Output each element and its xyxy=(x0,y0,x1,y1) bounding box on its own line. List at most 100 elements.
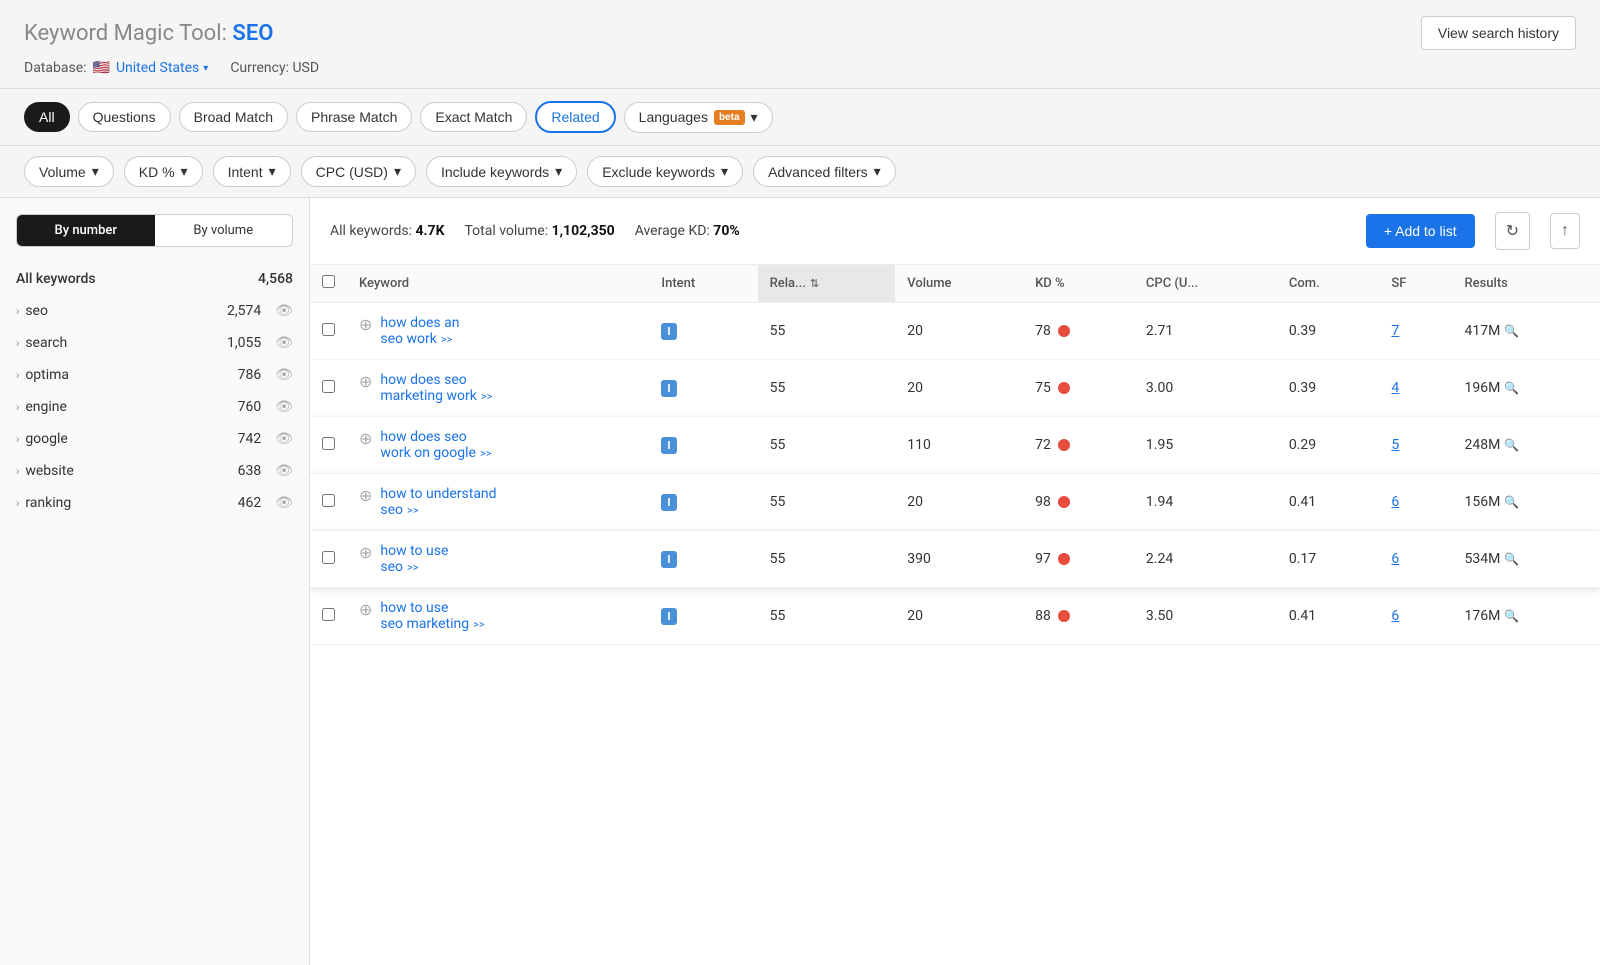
exclude-keywords-filter[interactable]: Exclude keywords ▾ xyxy=(587,156,743,187)
intent-cell: I xyxy=(649,531,757,588)
keyword-link[interactable]: how does an xyxy=(380,315,459,331)
sidebar-item[interactable]: › seo 2,574 👁 xyxy=(0,295,309,327)
row-checkbox-cell xyxy=(310,474,347,531)
database-selector[interactable]: United States ▾ xyxy=(116,60,208,76)
chevron-right-icon: › xyxy=(16,433,19,446)
keyword-link-cont[interactable]: seo >> xyxy=(380,559,418,575)
include-keywords-filter[interactable]: Include keywords ▾ xyxy=(426,156,577,187)
add-keyword-icon[interactable]: ⊕ xyxy=(359,315,372,334)
col-sf[interactable]: SF xyxy=(1379,265,1452,303)
refresh-button[interactable]: ↻ xyxy=(1495,212,1530,250)
camera-icon[interactable]: 🔍 xyxy=(1504,438,1519,452)
visibility-icon[interactable]: 👁 xyxy=(275,367,293,383)
visibility-icon[interactable]: 👁 xyxy=(275,463,293,479)
sidebar-word: website xyxy=(25,463,231,479)
col-kd[interactable]: KD % xyxy=(1023,265,1134,303)
sf-link[interactable]: 5 xyxy=(1391,437,1399,453)
export-button[interactable]: ↑ xyxy=(1550,213,1580,249)
tab-languages[interactable]: Languages beta ▾ xyxy=(624,102,773,133)
chevron-down-icon: ▾ xyxy=(181,163,188,180)
add-keyword-icon[interactable]: ⊕ xyxy=(359,543,372,562)
sf-link[interactable]: 4 xyxy=(1391,380,1399,396)
tab-exact-match[interactable]: Exact Match xyxy=(420,102,527,132)
camera-icon[interactable]: 🔍 xyxy=(1504,495,1519,509)
row-checkbox[interactable] xyxy=(322,380,335,393)
keyword-link[interactable]: how to use xyxy=(380,543,448,559)
chevron-down-icon: ▾ xyxy=(874,163,881,180)
tab-all[interactable]: All xyxy=(24,102,70,132)
kd-cell: 98 xyxy=(1023,474,1134,531)
row-checkbox[interactable] xyxy=(322,494,335,507)
toggle-by-number[interactable]: By number xyxy=(17,215,155,246)
camera-icon[interactable]: 🔍 xyxy=(1504,324,1519,338)
tab-questions[interactable]: Questions xyxy=(78,102,171,132)
camera-icon[interactable]: 🔍 xyxy=(1504,609,1519,623)
arrow-icon: >> xyxy=(441,333,453,346)
keyword-link-cont[interactable]: work on google >> xyxy=(380,445,491,461)
keyword-link-cont[interactable]: marketing work >> xyxy=(380,388,492,404)
visibility-icon[interactable]: 👁 xyxy=(275,303,293,319)
volume-filter[interactable]: Volume ▾ xyxy=(24,156,114,187)
table-row: ⊕ how to use seo marketing >> I 55 20 88… xyxy=(310,588,1600,645)
keyword-link-cont[interactable]: seo work >> xyxy=(380,331,452,347)
sidebar-item[interactable]: › google 742 👁 xyxy=(0,423,309,455)
sidebar-count: 742 xyxy=(238,431,262,447)
col-related[interactable]: Rela... ⇅ xyxy=(758,265,896,303)
keyword-link[interactable]: how does seo xyxy=(380,372,466,388)
add-keyword-icon[interactable]: ⊕ xyxy=(359,372,372,391)
select-all-checkbox[interactable] xyxy=(322,275,335,288)
camera-icon[interactable]: 🔍 xyxy=(1504,552,1519,566)
beta-badge: beta xyxy=(714,110,745,125)
tab-broad-match[interactable]: Broad Match xyxy=(179,102,288,132)
add-keyword-icon[interactable]: ⊕ xyxy=(359,600,372,619)
cpc-cell: 3.00 xyxy=(1134,360,1277,417)
sidebar-item[interactable]: › ranking 462 👁 xyxy=(0,487,309,519)
sidebar-item[interactable]: › optima 786 👁 xyxy=(0,359,309,391)
keyword-link-cont[interactable]: seo >> xyxy=(380,502,418,518)
related-cell: 55 xyxy=(758,417,896,474)
row-checkbox[interactable] xyxy=(322,437,335,450)
add-keyword-icon[interactable]: ⊕ xyxy=(359,486,372,505)
related-cell: 55 xyxy=(758,588,896,645)
col-volume[interactable]: Volume xyxy=(895,265,1023,303)
add-keyword-icon[interactable]: ⊕ xyxy=(359,429,372,448)
visibility-icon[interactable]: 👁 xyxy=(275,399,293,415)
add-to-list-button[interactable]: + Add to list xyxy=(1366,214,1475,248)
col-com[interactable]: Com. xyxy=(1277,265,1380,303)
sf-link[interactable]: 7 xyxy=(1391,323,1399,339)
visibility-icon[interactable]: 👁 xyxy=(275,495,293,511)
sidebar-item[interactable]: › website 638 👁 xyxy=(0,455,309,487)
sf-link[interactable]: 6 xyxy=(1391,608,1399,624)
row-checkbox[interactable] xyxy=(322,608,335,621)
sf-link[interactable]: 6 xyxy=(1391,551,1399,567)
kd-filter[interactable]: KD % ▾ xyxy=(124,156,203,187)
sidebar-item[interactable]: › engine 760 👁 xyxy=(0,391,309,423)
keyword-link[interactable]: how does seo xyxy=(380,429,466,445)
intent-filter[interactable]: Intent ▾ xyxy=(213,156,291,187)
visibility-icon[interactable]: 👁 xyxy=(275,431,293,447)
sidebar-count: 786 xyxy=(238,367,262,383)
col-cpc[interactable]: CPC (U... xyxy=(1134,265,1277,303)
intent-cell: I xyxy=(649,303,757,360)
row-checkbox[interactable] xyxy=(322,323,335,336)
advanced-filters[interactable]: Advanced filters ▾ xyxy=(753,156,896,187)
visibility-icon[interactable]: 👁 xyxy=(275,335,293,351)
keyword-link[interactable]: how to use xyxy=(380,600,448,616)
view-history-button[interactable]: View search history xyxy=(1421,16,1576,50)
camera-icon[interactable]: 🔍 xyxy=(1504,381,1519,395)
volume-cell: 20 xyxy=(895,303,1023,360)
toggle-by-volume[interactable]: By volume xyxy=(155,215,293,246)
table-row: ⊕ how does seo work on google >> I 55 11… xyxy=(310,417,1600,474)
tab-related[interactable]: Related xyxy=(535,101,615,133)
sidebar-item[interactable]: › search 1,055 👁 xyxy=(0,327,309,359)
row-checkbox[interactable] xyxy=(322,551,335,564)
sf-link[interactable]: 6 xyxy=(1391,494,1399,510)
cpc-filter[interactable]: CPC (USD) ▾ xyxy=(301,156,416,187)
col-results[interactable]: Results xyxy=(1452,265,1600,303)
tab-phrase-match[interactable]: Phrase Match xyxy=(296,102,412,132)
keyword-link-cont[interactable]: seo marketing >> xyxy=(380,616,484,632)
keyword-link[interactable]: how to understand xyxy=(380,486,496,502)
kd-indicator xyxy=(1058,382,1070,394)
keyword-cell: ⊕ how does seo work on google >> xyxy=(347,417,649,474)
volume-cell: 20 xyxy=(895,474,1023,531)
